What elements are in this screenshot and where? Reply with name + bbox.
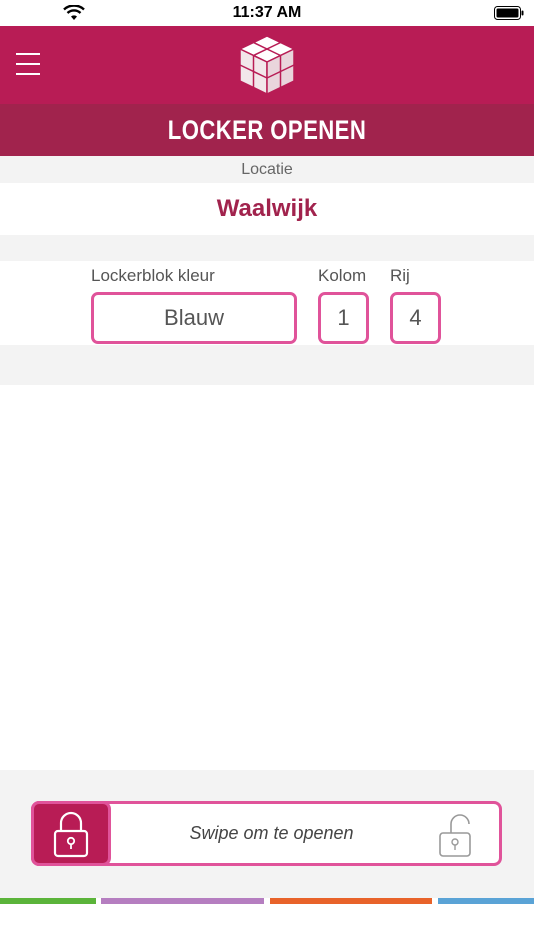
app-bar: [0, 26, 534, 104]
page-title: LOCKER OPENEN: [167, 114, 367, 145]
padlock-locked-icon: [53, 811, 89, 857]
location-label: Locatie: [0, 156, 534, 183]
padlock-open-icon: [439, 814, 471, 857]
stripe-green: [0, 898, 96, 904]
swipe-handle[interactable]: [31, 801, 111, 866]
status-time: 11:37 AM: [232, 4, 302, 21]
menu-line: [16, 53, 40, 55]
divider: [0, 345, 534, 385]
swipe-to-open-slider[interactable]: Swipe om te openen: [31, 801, 502, 866]
row-label: Rij: [390, 266, 410, 285]
hamburger-menu-icon[interactable]: [10, 46, 46, 82]
locker-info: Lockerblok kleur Blauw Kolom 1 Rij 4: [0, 261, 534, 345]
swipe-instruction: Swipe om te openen: [189, 823, 354, 843]
cube-logo-icon: [239, 35, 295, 95]
locker-color-field: Blauw: [91, 292, 297, 344]
swipe-area: Swipe om te openen: [0, 770, 534, 898]
menu-line: [16, 63, 40, 65]
stripe-orange: [270, 898, 432, 904]
row-field: 4: [390, 292, 441, 344]
battery-icon: [494, 6, 524, 20]
stripe-purple: [101, 898, 264, 904]
stripe-blue: [438, 898, 534, 904]
divider: [0, 235, 534, 261]
color-stripes: [0, 898, 534, 904]
location-value: Waalwijk: [0, 183, 534, 235]
column-label: Kolom: [318, 266, 367, 285]
locker-color-label: Lockerblok kleur: [91, 266, 215, 285]
menu-line: [16, 73, 40, 75]
status-bar: 11:37 AM: [0, 0, 534, 26]
page-title-bar: LOCKER OPENEN: [0, 104, 534, 156]
column-field: 1: [318, 292, 369, 344]
